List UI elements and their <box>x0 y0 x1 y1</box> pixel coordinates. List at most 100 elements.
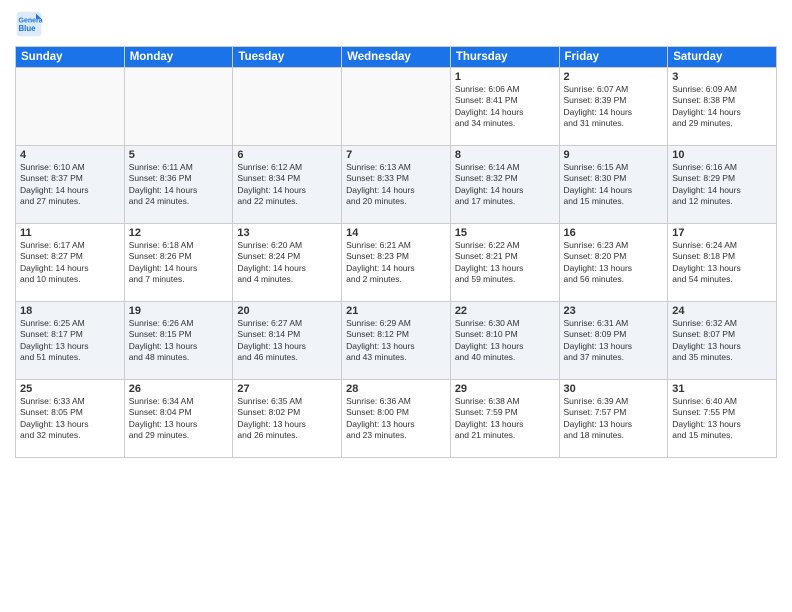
calendar-day-cell: 9Sunrise: 6:15 AM Sunset: 8:30 PM Daylig… <box>559 146 668 224</box>
day-info: Sunrise: 6:21 AM Sunset: 8:23 PM Dayligh… <box>346 240 446 286</box>
weekday-header: Sunday <box>16 47 125 68</box>
calendar-day-cell: 8Sunrise: 6:14 AM Sunset: 8:32 PM Daylig… <box>450 146 559 224</box>
calendar-day-cell: 7Sunrise: 6:13 AM Sunset: 8:33 PM Daylig… <box>342 146 451 224</box>
day-number: 8 <box>455 149 555 161</box>
day-info: Sunrise: 6:27 AM Sunset: 8:14 PM Dayligh… <box>237 318 337 364</box>
day-number: 25 <box>20 383 120 395</box>
weekday-header: Monday <box>124 47 233 68</box>
day-number: 22 <box>455 305 555 317</box>
calendar-day-cell: 23Sunrise: 6:31 AM Sunset: 8:09 PM Dayli… <box>559 302 668 380</box>
day-info: Sunrise: 6:39 AM Sunset: 7:57 PM Dayligh… <box>564 396 664 442</box>
page: General Blue SundayMondayTuesdayWednesda… <box>0 0 792 612</box>
day-info: Sunrise: 6:13 AM Sunset: 8:33 PM Dayligh… <box>346 162 446 208</box>
calendar-day-cell: 12Sunrise: 6:18 AM Sunset: 8:26 PM Dayli… <box>124 224 233 302</box>
calendar-day-cell: 13Sunrise: 6:20 AM Sunset: 8:24 PM Dayli… <box>233 224 342 302</box>
calendar-day-cell: 4Sunrise: 6:10 AM Sunset: 8:37 PM Daylig… <box>16 146 125 224</box>
calendar-day-cell: 5Sunrise: 6:11 AM Sunset: 8:36 PM Daylig… <box>124 146 233 224</box>
calendar-day-cell: 3Sunrise: 6:09 AM Sunset: 8:38 PM Daylig… <box>668 68 777 146</box>
calendar-day-cell: 14Sunrise: 6:21 AM Sunset: 8:23 PM Dayli… <box>342 224 451 302</box>
calendar-day-cell: 1Sunrise: 6:06 AM Sunset: 8:41 PM Daylig… <box>450 68 559 146</box>
day-number: 15 <box>455 227 555 239</box>
logo: General Blue <box>15 10 47 38</box>
calendar-week-row: 4Sunrise: 6:10 AM Sunset: 8:37 PM Daylig… <box>16 146 777 224</box>
day-number: 5 <box>129 149 229 161</box>
day-info: Sunrise: 6:40 AM Sunset: 7:55 PM Dayligh… <box>672 396 772 442</box>
day-number: 23 <box>564 305 664 317</box>
calendar-day-cell <box>124 68 233 146</box>
day-info: Sunrise: 6:29 AM Sunset: 8:12 PM Dayligh… <box>346 318 446 364</box>
day-number: 26 <box>129 383 229 395</box>
day-info: Sunrise: 6:12 AM Sunset: 8:34 PM Dayligh… <box>237 162 337 208</box>
day-info: Sunrise: 6:36 AM Sunset: 8:00 PM Dayligh… <box>346 396 446 442</box>
calendar-week-row: 11Sunrise: 6:17 AM Sunset: 8:27 PM Dayli… <box>16 224 777 302</box>
calendar-week-row: 18Sunrise: 6:25 AM Sunset: 8:17 PM Dayli… <box>16 302 777 380</box>
day-info: Sunrise: 6:15 AM Sunset: 8:30 PM Dayligh… <box>564 162 664 208</box>
calendar-day-cell: 28Sunrise: 6:36 AM Sunset: 8:00 PM Dayli… <box>342 380 451 458</box>
day-number: 14 <box>346 227 446 239</box>
day-info: Sunrise: 6:17 AM Sunset: 8:27 PM Dayligh… <box>20 240 120 286</box>
day-number: 7 <box>346 149 446 161</box>
calendar-day-cell: 27Sunrise: 6:35 AM Sunset: 8:02 PM Dayli… <box>233 380 342 458</box>
weekday-header: Friday <box>559 47 668 68</box>
day-info: Sunrise: 6:33 AM Sunset: 8:05 PM Dayligh… <box>20 396 120 442</box>
weekday-header: Saturday <box>668 47 777 68</box>
day-number: 21 <box>346 305 446 317</box>
day-number: 12 <box>129 227 229 239</box>
day-number: 10 <box>672 149 772 161</box>
calendar-day-cell: 25Sunrise: 6:33 AM Sunset: 8:05 PM Dayli… <box>16 380 125 458</box>
day-number: 18 <box>20 305 120 317</box>
calendar-day-cell <box>16 68 125 146</box>
calendar-day-cell: 6Sunrise: 6:12 AM Sunset: 8:34 PM Daylig… <box>233 146 342 224</box>
calendar-day-cell <box>233 68 342 146</box>
day-number: 19 <box>129 305 229 317</box>
day-number: 13 <box>237 227 337 239</box>
day-info: Sunrise: 6:25 AM Sunset: 8:17 PM Dayligh… <box>20 318 120 364</box>
weekday-header: Wednesday <box>342 47 451 68</box>
calendar-day-cell: 17Sunrise: 6:24 AM Sunset: 8:18 PM Dayli… <box>668 224 777 302</box>
day-info: Sunrise: 6:34 AM Sunset: 8:04 PM Dayligh… <box>129 396 229 442</box>
calendar-week-row: 1Sunrise: 6:06 AM Sunset: 8:41 PM Daylig… <box>16 68 777 146</box>
calendar-day-cell: 22Sunrise: 6:30 AM Sunset: 8:10 PM Dayli… <box>450 302 559 380</box>
calendar-day-cell: 19Sunrise: 6:26 AM Sunset: 8:15 PM Dayli… <box>124 302 233 380</box>
day-number: 29 <box>455 383 555 395</box>
day-number: 9 <box>564 149 664 161</box>
day-number: 16 <box>564 227 664 239</box>
calendar-day-cell: 10Sunrise: 6:16 AM Sunset: 8:29 PM Dayli… <box>668 146 777 224</box>
calendar-day-cell: 20Sunrise: 6:27 AM Sunset: 8:14 PM Dayli… <box>233 302 342 380</box>
calendar-day-cell: 26Sunrise: 6:34 AM Sunset: 8:04 PM Dayli… <box>124 380 233 458</box>
day-number: 31 <box>672 383 772 395</box>
calendar-day-cell <box>342 68 451 146</box>
calendar-day-cell: 24Sunrise: 6:32 AM Sunset: 8:07 PM Dayli… <box>668 302 777 380</box>
weekday-header: Thursday <box>450 47 559 68</box>
day-info: Sunrise: 6:14 AM Sunset: 8:32 PM Dayligh… <box>455 162 555 208</box>
day-number: 1 <box>455 71 555 83</box>
day-number: 24 <box>672 305 772 317</box>
day-number: 4 <box>20 149 120 161</box>
day-number: 17 <box>672 227 772 239</box>
calendar-day-cell: 31Sunrise: 6:40 AM Sunset: 7:55 PM Dayli… <box>668 380 777 458</box>
day-number: 20 <box>237 305 337 317</box>
day-info: Sunrise: 6:20 AM Sunset: 8:24 PM Dayligh… <box>237 240 337 286</box>
calendar-day-cell: 30Sunrise: 6:39 AM Sunset: 7:57 PM Dayli… <box>559 380 668 458</box>
calendar: SundayMondayTuesdayWednesdayThursdayFrid… <box>15 46 777 458</box>
day-info: Sunrise: 6:30 AM Sunset: 8:10 PM Dayligh… <box>455 318 555 364</box>
day-number: 28 <box>346 383 446 395</box>
day-info: Sunrise: 6:09 AM Sunset: 8:38 PM Dayligh… <box>672 84 772 130</box>
day-info: Sunrise: 6:10 AM Sunset: 8:37 PM Dayligh… <box>20 162 120 208</box>
day-number: 30 <box>564 383 664 395</box>
day-number: 27 <box>237 383 337 395</box>
day-number: 2 <box>564 71 664 83</box>
calendar-day-cell: 15Sunrise: 6:22 AM Sunset: 8:21 PM Dayli… <box>450 224 559 302</box>
day-info: Sunrise: 6:31 AM Sunset: 8:09 PM Dayligh… <box>564 318 664 364</box>
day-info: Sunrise: 6:06 AM Sunset: 8:41 PM Dayligh… <box>455 84 555 130</box>
day-info: Sunrise: 6:32 AM Sunset: 8:07 PM Dayligh… <box>672 318 772 364</box>
day-info: Sunrise: 6:18 AM Sunset: 8:26 PM Dayligh… <box>129 240 229 286</box>
logo-icon: General Blue <box>15 10 43 38</box>
calendar-week-row: 25Sunrise: 6:33 AM Sunset: 8:05 PM Dayli… <box>16 380 777 458</box>
day-info: Sunrise: 6:26 AM Sunset: 8:15 PM Dayligh… <box>129 318 229 364</box>
day-info: Sunrise: 6:35 AM Sunset: 8:02 PM Dayligh… <box>237 396 337 442</box>
header: General Blue <box>15 10 777 38</box>
calendar-day-cell: 18Sunrise: 6:25 AM Sunset: 8:17 PM Dayli… <box>16 302 125 380</box>
weekday-header: Tuesday <box>233 47 342 68</box>
day-info: Sunrise: 6:22 AM Sunset: 8:21 PM Dayligh… <box>455 240 555 286</box>
